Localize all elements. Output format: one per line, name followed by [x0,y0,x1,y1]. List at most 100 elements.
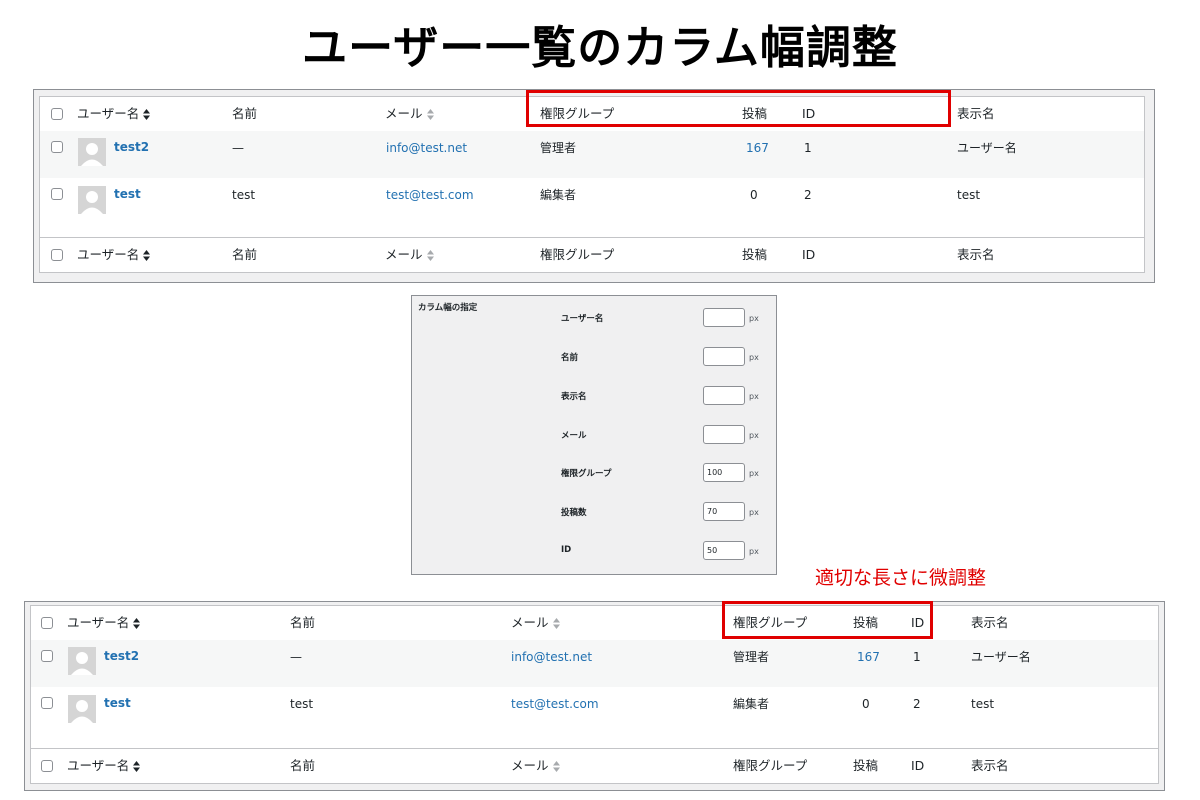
column-header-role: 権限グループ [540,247,615,262]
unit-label: px [749,431,759,440]
sort-icon [143,109,151,120]
column-header-email[interactable]: メール [385,247,434,263]
column-header-email[interactable]: メール [511,615,560,631]
column-header-name: 名前 [290,758,316,773]
users-table-after-screenshot: ユーザー名 名前 メール 権限グループ 投稿 ID 表示名 test2 — in… [24,601,1165,791]
username-link[interactable]: test [104,695,131,711]
id-cell: 1 [804,141,812,155]
id-cell: 2 [804,188,812,202]
column-header-posts: 投稿 [853,758,879,773]
width-input-name[interactable] [703,347,745,366]
field-label: 権限グループ [561,469,612,479]
name-cell: — [290,650,302,664]
email-link[interactable]: info@test.net [511,649,592,665]
role-cell: 編集者 [540,188,577,202]
unit-label: px [749,508,759,517]
id-cell: 2 [913,697,921,711]
name-cell: test [290,697,314,711]
width-input-role[interactable]: 100 [703,463,745,482]
unit-label: px [749,314,759,323]
column-header-username[interactable]: ユーザー名 [67,615,141,631]
row-checkbox[interactable] [41,650,53,662]
unit-label: px [749,392,759,401]
column-header-username[interactable]: ユーザー名 [67,758,141,774]
column-header-name: 名前 [290,615,316,630]
column-header-username[interactable]: ユーザー名 [77,247,151,263]
sort-icon [133,618,141,629]
column-header-display-name: 表示名 [957,247,995,262]
role-cell: 編集者 [733,697,770,711]
display-name-cell: test [957,188,981,202]
email-link[interactable]: info@test.net [386,140,467,156]
avatar [68,647,96,675]
table-row: test2 — info@test.net 管理者 167 1 ユーザー名 [31,640,1158,687]
select-all-checkbox[interactable] [41,760,53,772]
unit-label: px [749,547,759,556]
column-header-display-name: 表示名 [971,615,1009,630]
settings-title: カラム幅の指定 [418,303,478,313]
column-header-posts: 投稿 [742,247,768,262]
name-cell: test [232,188,256,202]
unit-label: px [749,353,759,362]
table-row: test test test@test.com 編集者 0 2 test [31,687,1158,751]
column-header-role: 権限グループ [733,758,808,773]
field-label: 名前 [561,353,579,363]
column-header-email[interactable]: メール [511,758,560,774]
avatar [78,138,106,166]
field-label: 表示名 [561,392,587,402]
select-all-checkbox[interactable] [41,617,53,629]
highlight-box-before [526,90,951,127]
width-input-display-name[interactable] [703,386,745,405]
width-input-username[interactable] [703,308,745,327]
column-header-id: ID [911,758,925,773]
column-header-display-name: 表示名 [957,106,995,121]
row-checkbox[interactable] [41,697,53,709]
avatar [68,695,96,723]
display-name-cell: ユーザー名 [957,141,1017,155]
role-cell: 管理者 [733,650,770,664]
field-label: 投稿数 [561,508,587,518]
column-header-display-name: 表示名 [971,758,1009,773]
table-row: test test test@test.com 編集者 0 2 test [40,178,1144,239]
field-label: ID [561,545,572,555]
email-link[interactable]: test@test.com [386,187,474,203]
display-name-cell: ユーザー名 [971,650,1031,664]
row-checkbox[interactable] [51,188,63,200]
row-checkbox[interactable] [51,141,63,153]
sort-icon [426,109,434,120]
field-label: メール [561,431,587,441]
table-row: test2 — info@test.net 管理者 167 1 ユーザー名 [40,131,1144,178]
column-header-id: ID [802,247,816,262]
id-cell: 1 [913,650,921,664]
posts-link[interactable]: 167 [857,649,880,665]
page-title: ユーザー一覧のカラム幅調整 [302,21,898,74]
column-header-email[interactable]: メール [385,106,434,122]
width-input-posts[interactable]: 70 [703,502,745,521]
field-label: ユーザー名 [561,314,604,324]
posts-link[interactable]: 167 [746,140,769,156]
select-all-checkbox[interactable] [51,249,63,261]
users-table: ユーザー名 名前 メール 権限グループ 投稿 ID 表示名 test2 — in… [30,605,1159,784]
username-link[interactable]: test [114,186,141,202]
sort-icon [133,761,141,772]
column-header-name: 名前 [232,247,258,262]
posts-cell: 0 [862,697,870,711]
select-all-checkbox[interactable] [51,108,63,120]
table-footer-row: ユーザー名 名前 メール 権限グループ 投稿 ID 表示名 [40,237,1144,272]
name-cell: — [232,141,244,155]
posts-cell: 0 [750,188,758,202]
column-width-settings-panel: カラム幅の指定 ユーザー名 px 名前 px 表示名 px メール px 権限グ… [411,295,777,575]
sort-icon [143,250,151,261]
unit-label: px [749,469,759,478]
column-header-username[interactable]: ユーザー名 [77,106,151,122]
sort-icon [552,761,560,772]
column-header-name: 名前 [232,106,258,121]
width-input-id[interactable]: 50 [703,541,745,560]
width-input-email[interactable] [703,425,745,444]
username-link[interactable]: test2 [104,648,139,664]
avatar [78,186,106,214]
display-name-cell: test [971,697,995,711]
email-link[interactable]: test@test.com [511,696,599,712]
username-link[interactable]: test2 [114,139,149,155]
table-header-row: ユーザー名 名前 メール 権限グループ 投稿 ID 表示名 [31,606,1158,641]
